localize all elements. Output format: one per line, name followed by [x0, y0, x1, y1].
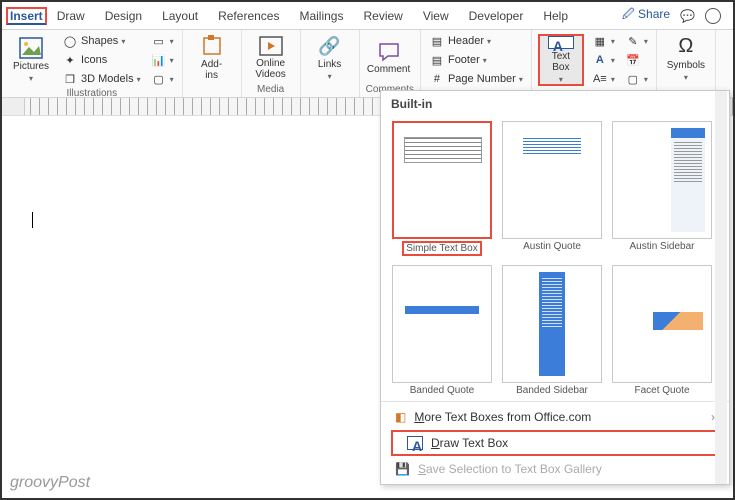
watermark: groovyPost: [10, 474, 90, 492]
more-text-boxes[interactable]: ◧MMore Text Boxes from Office.comore Tex…: [381, 406, 729, 428]
omega-icon: Ω: [678, 35, 693, 58]
screenshot-icon: ▢: [151, 71, 167, 87]
text-cursor: [32, 212, 33, 228]
text-box-button[interactable]: Text Box▾: [538, 34, 584, 86]
symbols-button[interactable]: ΩSymbols▾: [663, 32, 709, 84]
form-field-button[interactable]: Form Field: [722, 32, 735, 84]
sig-icon: ✎: [625, 33, 641, 49]
object-icon: ▢: [625, 71, 641, 87]
quickparts-button[interactable]: ▦▾: [590, 32, 617, 50]
link-icon: 🔗: [318, 36, 340, 57]
wordart-button[interactable]: A▾: [590, 51, 617, 69]
screenshot-button[interactable]: ▢▾: [149, 70, 176, 88]
shapes-icon: ◯: [62, 33, 78, 49]
wordart-icon: A: [592, 52, 608, 68]
tab-help[interactable]: Help: [533, 4, 578, 28]
tab-layout[interactable]: Layout: [152, 4, 208, 28]
shapes-button[interactable]: ◯Shapes▾: [60, 32, 143, 50]
comments-icon[interactable]: 💬: [680, 9, 695, 23]
document-area[interactable]: [24, 120, 379, 480]
gallery: Simple Text Box Austin Quote Austin Side…: [381, 117, 729, 401]
pictures-icon: [19, 37, 43, 59]
gallery-banded-sidebar[interactable]: Banded Sidebar: [501, 265, 603, 397]
footer-icon: ▤: [429, 52, 445, 68]
pagenum-icon: #: [429, 71, 445, 87]
tab-design[interactable]: Design: [95, 4, 152, 28]
comment-button[interactable]: Comment: [366, 32, 412, 84]
share-button[interactable]: 🖉 Share: [622, 5, 670, 26]
gallery-facet-quote[interactable]: Facet Quote: [611, 265, 713, 397]
ribbon: Pictures▾ ◯Shapes▾ ✦Icons ❒3D Models▾ ▭▾…: [2, 30, 733, 98]
tab-insert[interactable]: Insert: [6, 7, 47, 25]
video-icon: [259, 36, 283, 56]
tab-view[interactable]: View: [413, 4, 459, 28]
save-selection: 💾Save Selection to Text Box Gallery: [381, 458, 729, 480]
pictures-button[interactable]: Pictures▾: [8, 34, 54, 86]
header-button[interactable]: ▤Header▾: [427, 32, 525, 50]
addins-button[interactable]: Add- ins: [189, 32, 235, 84]
tab-developer[interactable]: Developer: [459, 4, 534, 28]
textbox-icon: [407, 436, 423, 450]
signature-button[interactable]: ✎▾: [623, 32, 650, 50]
datetime-button[interactable]: 📅: [623, 51, 650, 69]
page-number-button[interactable]: #Page Number▾: [427, 70, 525, 88]
feedback-icon[interactable]: [705, 8, 721, 24]
object-button[interactable]: ▢▾: [623, 70, 650, 88]
dropcap-button[interactable]: A≡▾: [590, 70, 617, 88]
date-icon: 📅: [625, 52, 641, 68]
chart-button[interactable]: 📊▾: [149, 51, 176, 69]
tab-references[interactable]: References: [208, 4, 289, 28]
dropdown-heading: Built-in: [381, 91, 729, 117]
scrollbar[interactable]: [715, 91, 727, 484]
smartart-button[interactable]: ▭▾: [149, 32, 176, 50]
tab-mailings[interactable]: Mailings: [289, 4, 353, 28]
header-icon: ▤: [429, 33, 445, 49]
gallery-simple-text-box[interactable]: Simple Text Box: [391, 121, 493, 257]
footer-button[interactable]: ▤Footer▾: [427, 51, 525, 69]
gallery-austin-quote[interactable]: Austin Quote: [501, 121, 603, 257]
3d-models-button[interactable]: ❒3D Models▾: [60, 70, 143, 88]
cube-icon: ❒: [62, 71, 78, 87]
gallery-banded-quote[interactable]: Banded Quote: [391, 265, 493, 397]
save-icon: 💾: [395, 462, 410, 476]
textbox-icon: [548, 36, 574, 49]
office-icon: ◧: [395, 410, 406, 424]
parts-icon: ▦: [592, 33, 608, 49]
icons-button[interactable]: ✦Icons: [60, 51, 143, 69]
text-box-dropdown: Built-in Simple Text Box Austin Quote Au…: [380, 90, 730, 485]
chart-icon: 📊: [151, 52, 167, 68]
online-videos-button[interactable]: Online Videos: [248, 32, 294, 84]
tab-draw[interactable]: Draw: [47, 4, 95, 28]
smartart-icon: ▭: [151, 33, 167, 49]
links-button[interactable]: 🔗Links▾: [307, 32, 353, 84]
addins-icon: [201, 35, 223, 57]
group-media: Media: [248, 84, 294, 95]
dropcap-icon: A≡: [592, 71, 608, 87]
gallery-austin-sidebar[interactable]: Austin Sidebar: [611, 121, 713, 257]
tab-review[interactable]: Review: [353, 4, 412, 28]
comment-icon: [378, 42, 400, 62]
tab-bar: Insert Draw Design Layout References Mai…: [2, 2, 733, 30]
draw-text-box[interactable]: Draw Text Box: [391, 430, 719, 456]
icons-icon: ✦: [62, 52, 78, 68]
